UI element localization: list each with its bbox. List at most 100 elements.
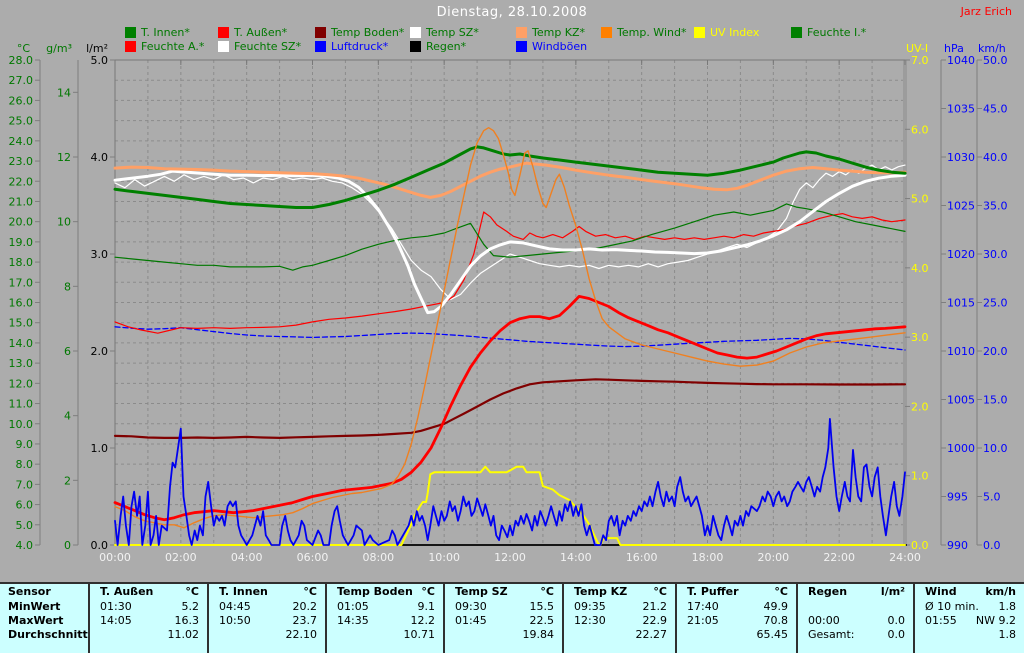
- table-cell-value: 5.2: [182, 600, 200, 613]
- axis-label: 6.0: [911, 123, 929, 136]
- table-row-label: MaxWert: [8, 614, 63, 627]
- axis-label: 2: [64, 474, 71, 487]
- table-cell-value: 23.7: [293, 614, 318, 627]
- axis-label: 02:00: [165, 551, 197, 564]
- table-cell-time: 01:30: [100, 600, 132, 613]
- table-cell-value: 19.84: [523, 628, 555, 641]
- axis-label: °C: [17, 42, 31, 55]
- table-column-separator: [207, 584, 209, 653]
- table-cell-value: 65.45: [757, 628, 789, 641]
- table-row-label: Durchschnitt: [8, 628, 88, 641]
- axis-label: 6: [64, 345, 71, 358]
- weather-app-window: Dienstag, 28.10.2008 Jarz Erich T. Innen…: [0, 0, 1024, 653]
- axis-label: 22.0: [9, 175, 34, 188]
- axis-label: 10.0: [9, 418, 34, 431]
- axis-label: 5.0: [16, 519, 34, 532]
- axis-label: 5.0: [983, 491, 1001, 504]
- table-cell-value: 16.3: [175, 614, 200, 627]
- axis-label: 2.0: [911, 400, 929, 413]
- axis-label: 5.0: [911, 193, 929, 206]
- table-cell-time: 04:45: [219, 600, 251, 613]
- table-column-separator: [796, 584, 798, 653]
- table-cell-time: 01:55: [925, 614, 957, 627]
- table-column-separator: [562, 584, 564, 653]
- axis-label: 25.0: [983, 297, 1008, 310]
- table-cell-time: 09:35: [574, 600, 606, 613]
- axis-label: 1025: [947, 200, 975, 213]
- axis-label: 27.0: [9, 74, 34, 87]
- summary-table: SensorMinWertMaxWertDurchschnittT. Außen…: [0, 582, 1024, 653]
- table-cell-value: 10.71: [404, 628, 436, 641]
- axis-label: 8.0: [16, 458, 34, 471]
- table-col-name: Temp Boden: [337, 585, 413, 598]
- axis-label: 35.0: [983, 200, 1008, 213]
- table-cell-value: 22.10: [286, 628, 318, 641]
- table-cell-value: 0.0: [888, 614, 906, 627]
- axis-label: 4.0: [16, 539, 34, 552]
- axis-label: 00:00: [99, 551, 131, 564]
- axis-label: 6.0: [16, 499, 34, 512]
- axis-label: 995: [947, 491, 968, 504]
- axis-label: 1000: [947, 442, 975, 455]
- table-cell-time: Gesamt:: [808, 628, 855, 641]
- axis-label: 5.0: [91, 54, 109, 67]
- table-col-unit: °C: [303, 585, 317, 598]
- axis-label: 50.0: [983, 54, 1008, 67]
- table-cell-value: 21.2: [643, 600, 668, 613]
- table-cell-time: 12:30: [574, 614, 606, 627]
- axis-label: 1.0: [91, 442, 109, 455]
- table-cell-time: 01:45: [455, 614, 487, 627]
- table-cell-value: 1.8: [999, 628, 1017, 641]
- axis-label: 20.0: [983, 345, 1008, 358]
- axis-label: g/m³: [46, 42, 72, 55]
- chart-canvas: 4.05.06.07.08.09.010.011.012.013.014.015…: [0, 0, 1024, 580]
- axis-label: 22:00: [823, 551, 855, 564]
- axis-label: 3.0: [911, 331, 929, 344]
- axis-label: 13.0: [9, 357, 34, 370]
- axis-label: 21.0: [9, 195, 34, 208]
- axis-label: 06:00: [297, 551, 329, 564]
- series-feuchte-sz: [115, 165, 905, 299]
- table-cell-value: NW 9.2: [976, 614, 1016, 627]
- table-cell-value: 0.0: [888, 628, 906, 641]
- axis-label: 15.0: [983, 394, 1008, 407]
- axis-label: 1005: [947, 394, 975, 407]
- axis-label: 08:00: [362, 551, 394, 564]
- axis-label: 10:00: [428, 551, 460, 564]
- table-col-unit: °C: [653, 585, 667, 598]
- table-cell-value: 70.8: [764, 614, 789, 627]
- axis-label: 14:00: [560, 551, 592, 564]
- axis-label: 0.0: [983, 539, 1001, 552]
- axis-label: 16:00: [626, 551, 658, 564]
- table-cell-value: 11.02: [168, 628, 200, 641]
- axis-label: 18:00: [692, 551, 724, 564]
- table-cell-time: Ø 10 min.: [925, 600, 979, 613]
- axis-label: 12: [57, 151, 71, 164]
- axis-label: 990: [947, 539, 968, 552]
- axis-label: 20:00: [757, 551, 789, 564]
- axis-label: 18.0: [9, 256, 34, 269]
- axis-label: 1020: [947, 248, 975, 261]
- table-cell-value: 1.8: [999, 600, 1017, 613]
- axis-label: 1035: [947, 103, 975, 116]
- table-cell-time: 14:05: [100, 614, 132, 627]
- axis-label: UV-I: [906, 42, 928, 55]
- table-cell-value: 20.2: [293, 600, 318, 613]
- axis-label: 12:00: [494, 551, 526, 564]
- axis-label: km/h: [978, 42, 1006, 55]
- axis-label: 1040: [947, 54, 975, 67]
- axis-label: 24:00: [889, 551, 921, 564]
- axis-label: 7.0: [16, 478, 34, 491]
- axis-label: 20.0: [9, 216, 34, 229]
- table-cell-time: 17:40: [687, 600, 719, 613]
- table-col-name: T. Innen: [219, 585, 268, 598]
- axis-label: 8: [64, 280, 71, 293]
- table-col-name: T. Puffer: [687, 585, 739, 598]
- axis-label: 25.0: [9, 115, 34, 128]
- axis-label: 10: [57, 216, 71, 229]
- axis-label: 16.0: [9, 297, 34, 310]
- table-col-name: T. Außen: [100, 585, 153, 598]
- axis-label: 4.0: [91, 151, 109, 164]
- table-top-border: [0, 582, 1024, 584]
- table-col-unit: km/h: [985, 585, 1016, 598]
